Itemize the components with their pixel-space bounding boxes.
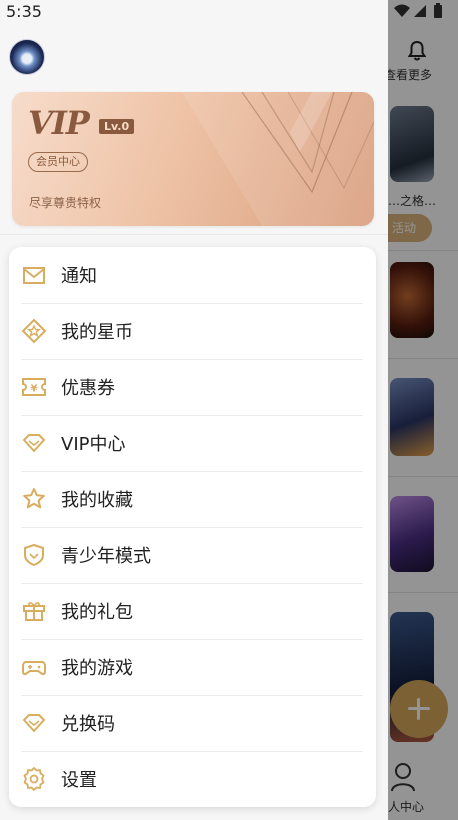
gear-icon [23, 767, 45, 791]
gamepad-icon [22, 661, 46, 676]
menu-item-label: 我的游戏 [61, 658, 133, 679]
menu-item-my-games[interactable]: 我的游戏 [21, 639, 363, 695]
menu-item-label: 我的收藏 [61, 490, 133, 511]
menu-item-star-coins[interactable]: 我的星币 [21, 303, 363, 359]
star-icon [23, 488, 45, 509]
vip-logo: VIP [28, 104, 90, 142]
menu-item-label: 青少年模式 [61, 546, 151, 567]
diamond-icon [23, 434, 45, 452]
menu-item-label: 我的星币 [61, 322, 133, 343]
menu-item-label: 设置 [61, 770, 97, 791]
vip-subtitle: 尽享尊贵特权 [29, 196, 102, 210]
diamond-code-icon [23, 714, 45, 732]
menu-item-label: 兑换码 [61, 714, 115, 735]
menu-item-favorites[interactable]: 我的收藏 [21, 471, 363, 527]
menu-item-notifications[interactable]: 通知 [21, 247, 363, 303]
menu-panel: 通知 我的星币 ¥ 优惠券 VIP中心 我的收藏 青少年模式 我的礼包 我的游戏… [9, 247, 376, 807]
menu-item-label: 优惠券 [61, 378, 115, 399]
shield-icon [24, 544, 44, 566]
star-coin-icon [21, 318, 47, 344]
divider [0, 234, 388, 235]
menu-item-redeem-code[interactable]: 兑换码 [21, 695, 363, 751]
coupon-icon: ¥ [22, 378, 46, 396]
menu-item-label: 通知 [61, 266, 97, 287]
menu-item-coupons[interactable]: ¥ 优惠券 [21, 359, 363, 415]
svg-text:¥: ¥ [31, 384, 38, 395]
mail-icon [23, 267, 45, 284]
menu-item-settings[interactable]: 设置 [21, 751, 363, 807]
member-center-badge[interactable]: 会员中心 [28, 152, 88, 172]
menu-item-youth-mode[interactable]: 青少年模式 [21, 527, 363, 583]
status-time: 5:35 [6, 2, 42, 21]
menu-item-vip-center[interactable]: VIP中心 [21, 415, 363, 471]
vip-card[interactable]: VIP Lv.0 会员中心 尽享尊贵特权 [12, 92, 374, 226]
vip-level-badge: Lv.0 [99, 119, 135, 134]
gift-icon [23, 602, 45, 621]
menu-item-gift-packs[interactable]: 我的礼包 [21, 583, 363, 639]
avatar[interactable] [9, 39, 45, 75]
menu-item-label: 我的礼包 [61, 602, 133, 623]
menu-item-label: VIP中心 [61, 434, 126, 455]
